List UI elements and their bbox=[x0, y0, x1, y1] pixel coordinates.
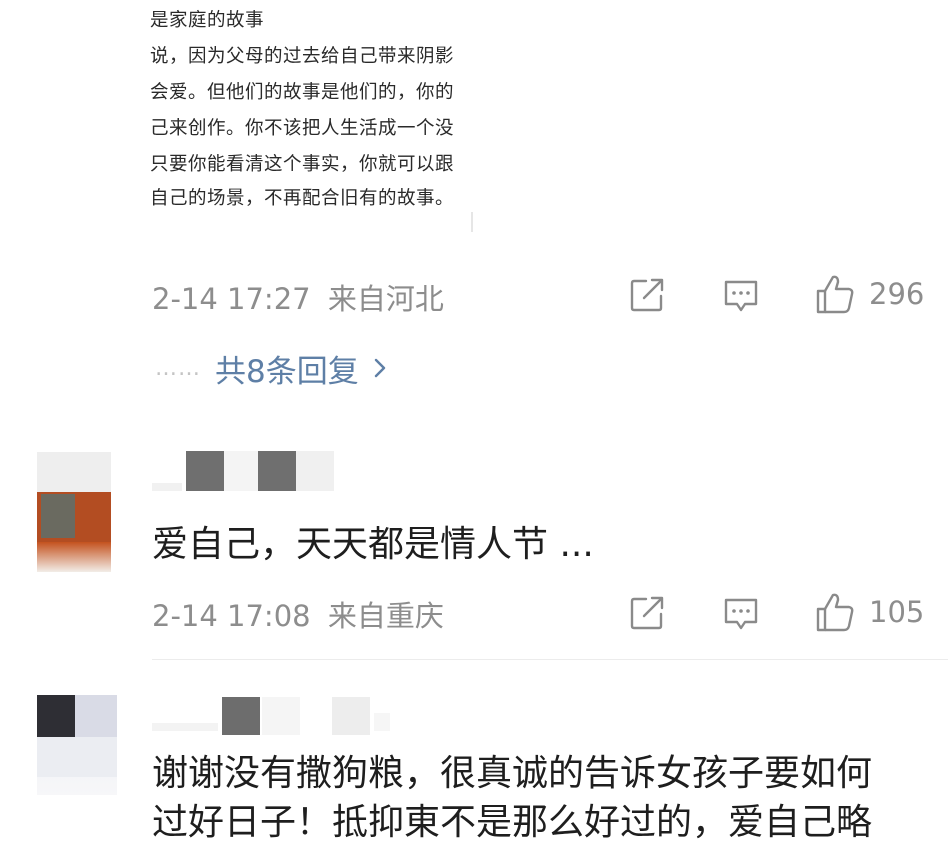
avatar[interactable] bbox=[37, 695, 117, 795]
thumbs-up-icon bbox=[816, 593, 854, 632]
avatar-pixel bbox=[37, 695, 75, 737]
username-pixelated[interactable] bbox=[152, 693, 412, 735]
excerpt-line: 是家庭的故事 bbox=[150, 10, 265, 31]
excerpt-divider bbox=[471, 212, 473, 232]
comment-location: 来自重庆 bbox=[327, 599, 444, 633]
comment-text: 谢谢没有撒狗粮，很真诚的告诉女孩子要如何 bbox=[152, 753, 873, 794]
share-icon bbox=[630, 596, 664, 630]
quoted-text-image[interactable]: 是家庭的故事 说，因为父母的过去给自己带来阴影 会爱。但他们的故事是他们的，你的… bbox=[140, 0, 480, 232]
comment-time: 2-14 17:27 bbox=[152, 282, 311, 316]
comment-divider bbox=[152, 659, 948, 660]
excerpt-crop-edge bbox=[470, 0, 480, 210]
like-button[interactable]: 105 bbox=[815, 592, 924, 632]
comment-meta: 2-14 17:08 来自重庆 bbox=[152, 593, 444, 635]
comment-text-continued: 过好日子！抵抑東不是那么好过的，爱自己略 bbox=[152, 802, 873, 843]
name-pixel bbox=[332, 697, 370, 735]
share-button[interactable] bbox=[630, 278, 666, 312]
thumbs-up-icon bbox=[816, 275, 854, 314]
replies-dots: …… bbox=[155, 355, 201, 381]
name-pixel bbox=[374, 713, 390, 731]
like-count: 105 bbox=[869, 595, 925, 629]
avatar[interactable] bbox=[37, 452, 111, 572]
avatar-pixel bbox=[75, 695, 117, 737]
excerpt-line: 自己的场景，不再配合旧有的故事。 bbox=[150, 188, 455, 209]
like-button[interactable]: 296 bbox=[815, 274, 924, 314]
avatar-pixel bbox=[37, 542, 111, 572]
comment-meta: 2-14 17:27 来自河北 bbox=[152, 276, 444, 318]
name-pixel bbox=[186, 451, 224, 491]
comment-button[interactable] bbox=[723, 279, 759, 313]
like-count: 296 bbox=[869, 277, 925, 311]
comment-icon bbox=[724, 598, 758, 630]
excerpt-line: 会爱。但他们的故事是他们的，你的 bbox=[150, 82, 455, 103]
comment-button[interactable] bbox=[723, 597, 759, 631]
name-pixel bbox=[222, 697, 260, 735]
view-replies-link[interactable]: …… 共8条回复 bbox=[155, 344, 387, 392]
comment-text: 爱自己，天天都是情人节 ... bbox=[152, 524, 594, 565]
avatar-pixel bbox=[37, 452, 111, 492]
replies-count-label: 共8条回复 bbox=[215, 353, 359, 390]
excerpt-line: 己来创作。你不该把人生活成一个没 bbox=[150, 118, 455, 139]
name-pixel bbox=[152, 723, 218, 731]
username-pixelated[interactable] bbox=[152, 449, 342, 491]
comment-time: 2-14 17:08 bbox=[152, 599, 311, 633]
avatar-pixel bbox=[41, 494, 75, 538]
share-icon bbox=[630, 278, 664, 312]
comment-location: 来自河北 bbox=[327, 282, 444, 316]
comment-icon bbox=[724, 280, 758, 312]
name-pixel bbox=[224, 451, 258, 491]
name-pixel bbox=[152, 483, 182, 491]
name-pixel bbox=[296, 451, 334, 491]
chevron-right-icon bbox=[374, 358, 385, 378]
name-pixel bbox=[262, 697, 300, 735]
excerpt-line: 只要你能看清这个事实，你就可以跟 bbox=[150, 154, 455, 175]
avatar-pixel bbox=[37, 737, 117, 777]
excerpt-line: 说，因为父母的过去给自己带来阴影 bbox=[150, 46, 455, 67]
share-button[interactable] bbox=[630, 596, 666, 630]
name-pixel bbox=[258, 451, 296, 491]
